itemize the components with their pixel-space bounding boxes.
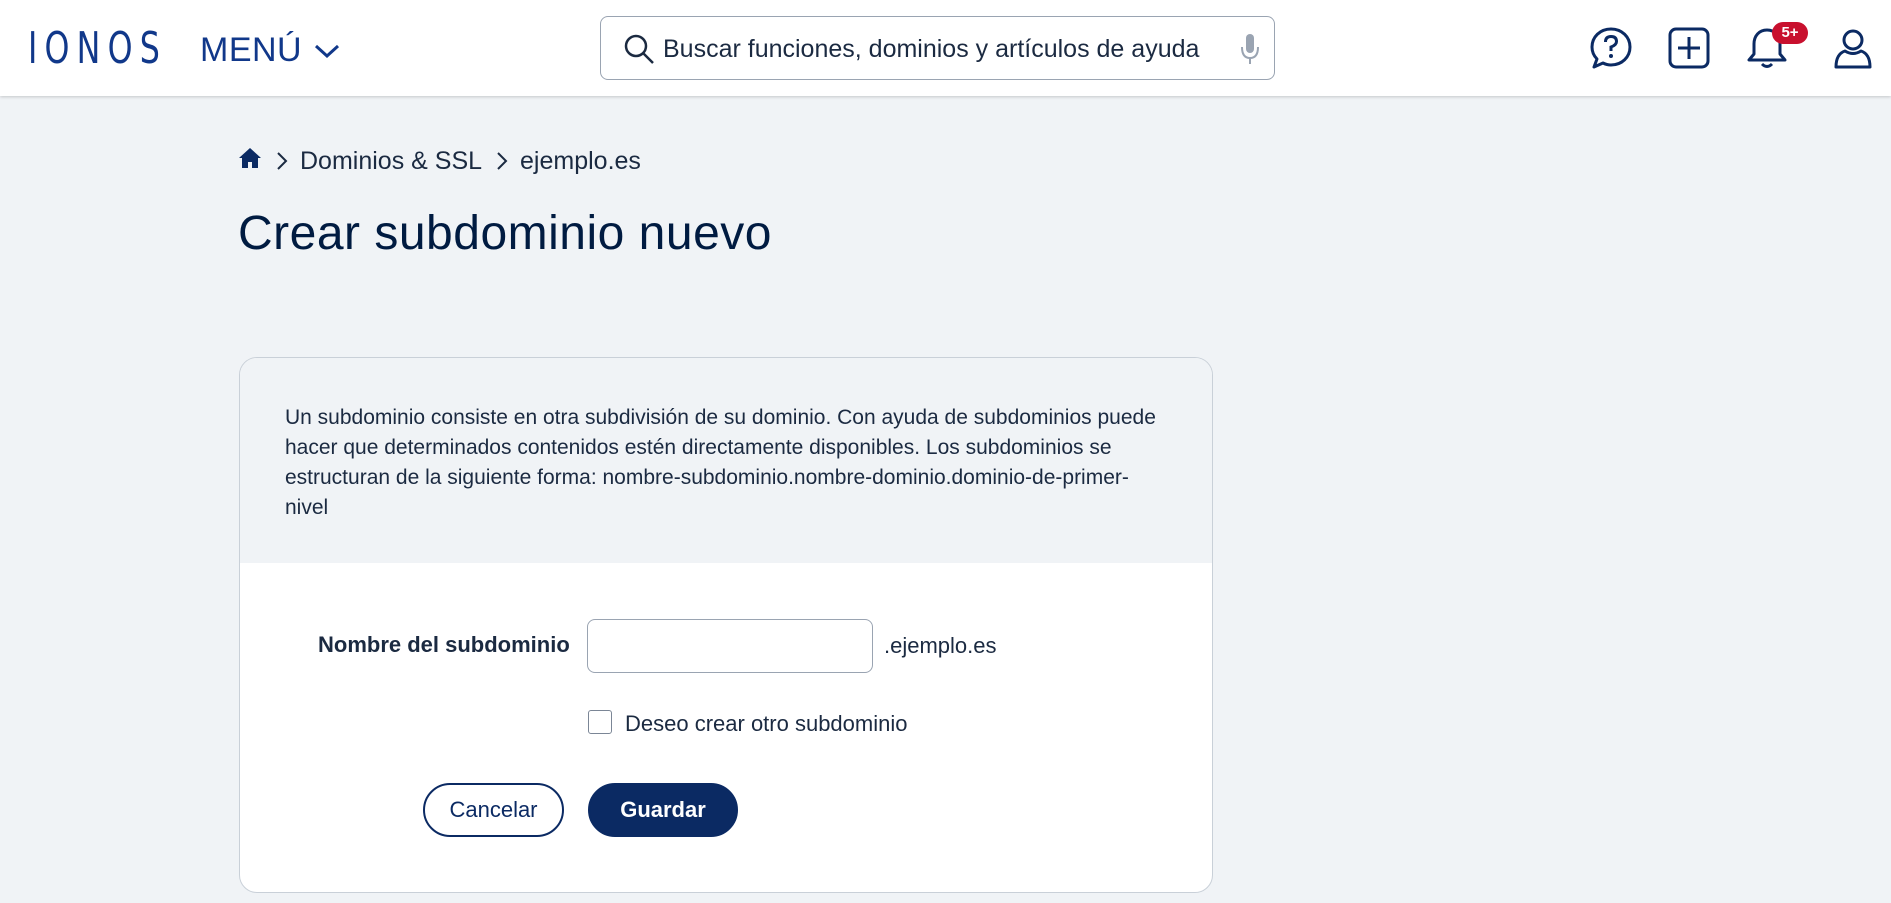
search-icon [623,33,655,70]
home-icon[interactable] [238,147,262,176]
add-icon[interactable] [1665,24,1713,72]
create-another-checkbox[interactable] [588,710,612,734]
page-title: Crear subdominio nuevo [238,207,772,260]
subdomain-name-input[interactable] [587,619,873,673]
notifications-badge: 5+ [1772,22,1808,44]
breadcrumb-link-domains[interactable]: Dominios & SSL [300,147,482,176]
ionos-logo[interactable]: IONOS [28,24,167,74]
menu-button[interactable]: MENÚ [200,28,342,72]
search-input[interactable] [663,29,1223,69]
menu-label: MENÚ [200,30,303,69]
subdomain-name-label: Nombre del subdominio [318,632,570,657]
info-panel: Un subdominio consiste en otra subdivisi… [240,358,1212,563]
chevron-down-icon [312,31,342,70]
chevron-right-icon [496,151,508,171]
save-button[interactable]: Guardar [588,783,738,837]
user-icon[interactable] [1829,24,1877,72]
breadcrumb: Dominios & SSL ejemplo.es [238,144,641,178]
domain-suffix: .ejemplo.es [884,633,997,658]
breadcrumb-link-domain[interactable]: ejemplo.es [520,147,641,176]
top-header: IONOS MENÚ 5+ [0,0,1891,96]
chevron-right-icon [276,151,288,171]
help-chat-icon[interactable] [1587,24,1635,72]
create-another-label[interactable]: Deseo crear otro subdominio [625,711,907,737]
subdomain-description: Un subdominio consiste en otra subdivisi… [285,406,1156,519]
cancel-button[interactable]: Cancelar [423,783,564,837]
microphone-icon[interactable] [1240,33,1260,70]
search-bar [600,16,1275,80]
subdomain-form-card: Un subdominio consiste en otra subdivisi… [239,357,1213,893]
